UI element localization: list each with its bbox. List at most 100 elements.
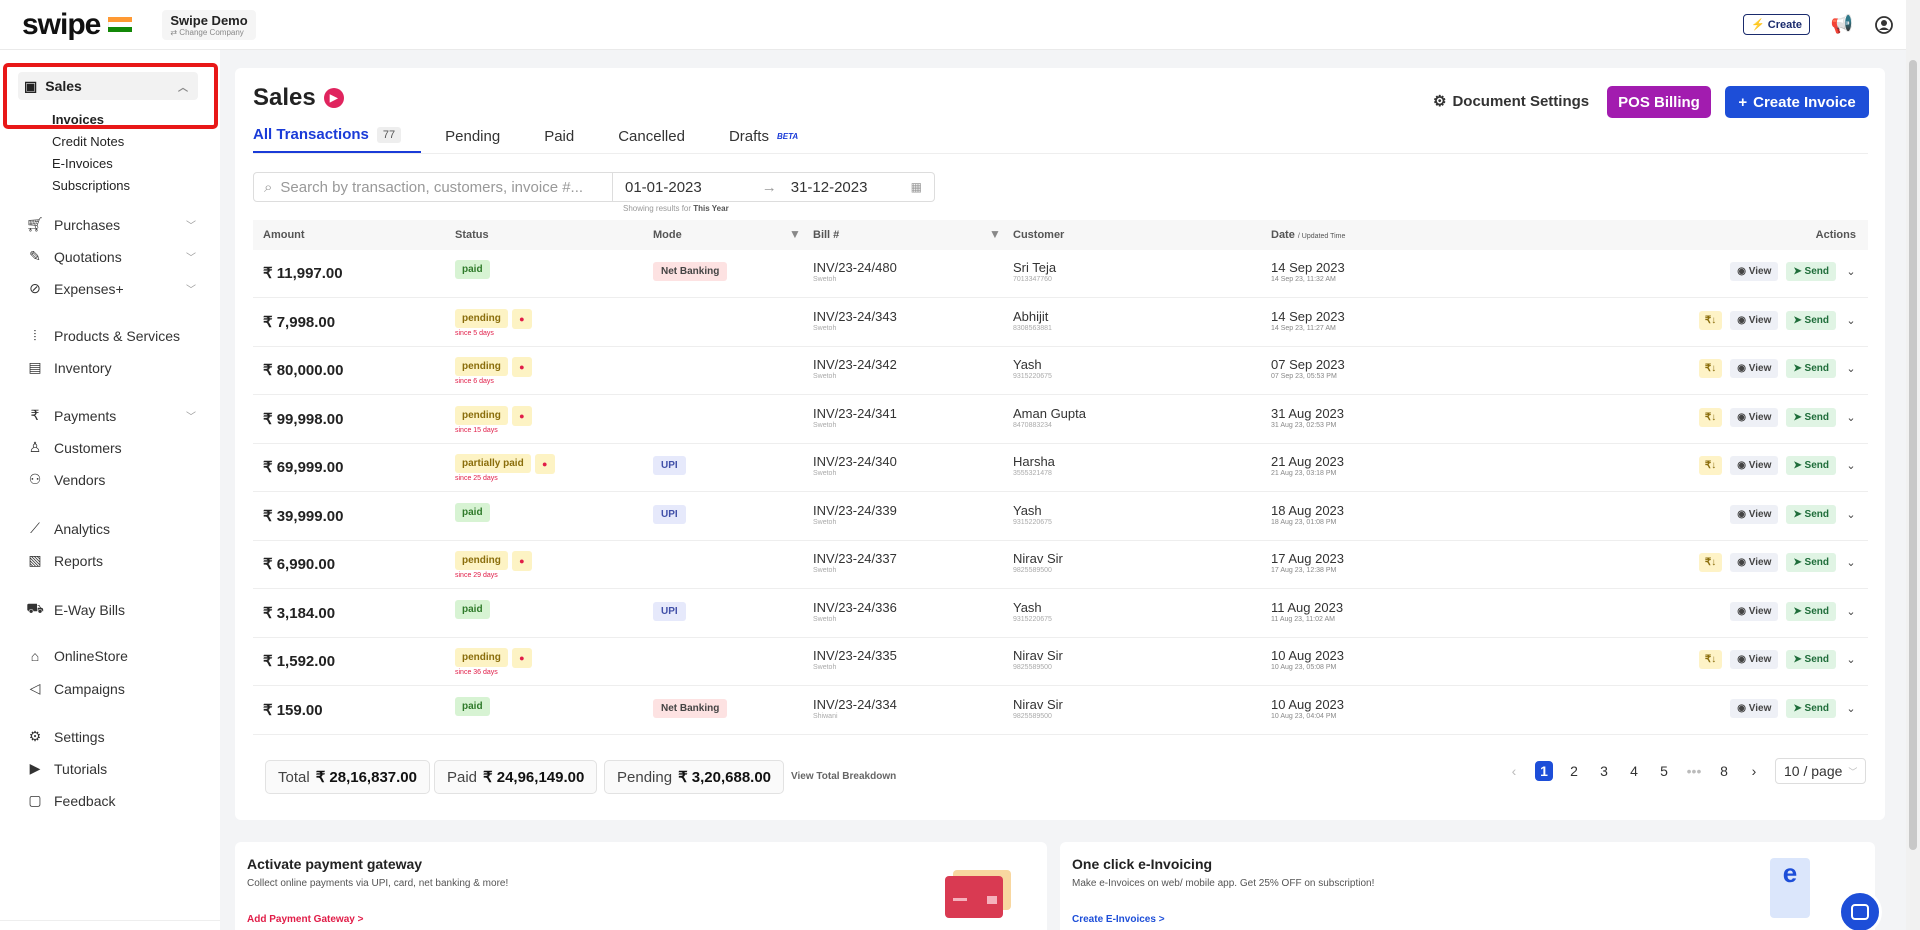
record-payment-button[interactable]: ₹↓ — [1698, 359, 1723, 378]
table-row[interactable]: ₹ 69,999.00 partially paid ● since 25 days U… — [253, 444, 1868, 492]
create-invoice-button[interactable]: + Create Invoice — [1725, 86, 1869, 118]
tab-all-transactions[interactable]: All Transactions 77 — [253, 126, 422, 154]
customer-cell[interactable]: Yash 9315220675 — [1013, 503, 1052, 526]
send-button[interactable]: ➤ Send — [1786, 698, 1836, 718]
bill-cell[interactable]: INV/23-24/336 Swetoh — [813, 600, 897, 623]
page-1[interactable]: 1 — [1535, 761, 1553, 781]
view-button[interactable]: ◉ View — [1730, 310, 1779, 330]
send-button[interactable]: ➤ Send — [1786, 310, 1836, 330]
sidebar-item-quotations[interactable]: ✎ Quotations ﹀ — [26, 248, 196, 265]
view-total-breakdown-link[interactable]: View Total Breakdown — [791, 771, 896, 782]
sidebar-sub-e-invoices[interactable]: E-Invoices — [52, 156, 113, 171]
bill-cell[interactable]: INV/23-24/339 Swetoh — [813, 503, 897, 526]
reminder-bell-icon[interactable]: ● — [511, 357, 532, 377]
create-e-invoices-link[interactable]: Create E-Invoices > — [1072, 914, 1165, 925]
next-page-icon[interactable]: › — [1745, 763, 1763, 779]
view-button[interactable]: ◉ View — [1730, 359, 1779, 378]
table-row[interactable]: ₹ 99,998.00 pending ● since 15 days INV/23-2… — [253, 396, 1868, 444]
bill-cell[interactable]: INV/23-24/340 Swetoh — [813, 454, 897, 477]
sidebar-item-vendors[interactable]: ⚇ Vendors — [26, 471, 196, 488]
add-payment-gateway-link[interactable]: Add Payment Gateway > — [247, 914, 363, 925]
scrollbar-thumb[interactable] — [1909, 60, 1917, 850]
pos-billing-button[interactable]: POS Billing — [1607, 86, 1711, 118]
chat-support-icon[interactable] — [1838, 890, 1882, 930]
customer-cell[interactable]: Abhijit 8308563881 — [1013, 309, 1052, 332]
sidebar-item-payments[interactable]: ₹ Payments ﹀ — [26, 407, 196, 424]
view-button[interactable]: ◉ View — [1730, 650, 1779, 669]
page-2[interactable]: 2 — [1565, 763, 1583, 779]
sidebar-item-customers[interactable]: ♙ Customers — [26, 439, 196, 456]
bill-cell[interactable]: INV/23-24/342 Swetoh — [813, 357, 897, 380]
send-button[interactable]: ➤ Send — [1786, 407, 1836, 427]
sidebar-item-settings[interactable]: ⚙ Settings — [26, 728, 196, 745]
sidebar-item-eway-bills[interactable]: ⛟ E-Way Bills — [26, 600, 196, 619]
sidebar-item-analytics[interactable]: ⟋ Analytics — [26, 520, 196, 537]
record-payment-button[interactable]: ₹↓ — [1698, 310, 1723, 330]
view-button[interactable]: ◉ View — [1730, 407, 1779, 427]
change-company-link[interactable]: ⇄ Change Company — [170, 28, 247, 37]
prev-page-icon[interactable]: ‹ — [1505, 763, 1523, 779]
table-row[interactable]: ₹ 11,997.00 paid Net Banking INV/23-24/480 S… — [253, 250, 1868, 298]
page-4[interactable]: 4 — [1625, 763, 1643, 779]
chevron-down-icon[interactable]: ⌄ — [1844, 314, 1858, 327]
search-input[interactable]: ⌕ Search by transaction, customers, invoi… — [253, 172, 613, 202]
customer-cell[interactable]: Yash 9315220675 — [1013, 600, 1052, 623]
chevron-down-icon[interactable]: ⌄ — [1844, 605, 1858, 618]
bill-cell[interactable]: INV/23-24/335 Swetoh — [813, 648, 897, 671]
record-payment-button[interactable]: ₹↓ — [1698, 553, 1723, 572]
chevron-down-icon[interactable]: ⌄ — [1844, 411, 1858, 424]
filter-icon[interactable]: ▼ — [989, 227, 1001, 241]
sidebar-item-tutorials[interactable]: ▶ Tutorials — [26, 760, 196, 777]
record-payment-button[interactable]: ₹↓ — [1698, 650, 1723, 669]
tab-pending[interactable]: Pending — [445, 126, 520, 154]
sidebar-item-expenses[interactable]: ⊘ Expenses+ ﹀ — [26, 280, 196, 297]
customer-cell[interactable]: Nirav Sir 9825589500 — [1013, 697, 1063, 720]
table-row[interactable]: ₹ 39,999.00 paid UPI INV/23-24/339 Swetoh Yas… — [253, 493, 1868, 541]
sidebar-sub-subscriptions[interactable]: Subscriptions — [52, 178, 130, 193]
send-button[interactable]: ➤ Send — [1786, 262, 1836, 281]
reminder-bell-icon[interactable]: ● — [511, 308, 532, 329]
view-button[interactable]: ◉ View — [1730, 456, 1779, 475]
record-payment-button[interactable]: ₹↓ — [1698, 407, 1723, 427]
chevron-down-icon[interactable]: ⌄ — [1844, 556, 1858, 569]
company-switcher[interactable]: Swipe Demo ⇄ Change Company — [162, 9, 256, 40]
sidebar-sub-invoices[interactable]: Invoices — [52, 112, 104, 127]
page-3[interactable]: 3 — [1595, 763, 1613, 779]
filter-icon[interactable]: ▼ — [789, 227, 801, 241]
chevron-down-icon[interactable]: ⌄ — [1844, 653, 1858, 666]
quick-create-button[interactable]: ⚡ Create — [1743, 14, 1810, 35]
document-settings-button[interactable]: ⚙ Document Settings — [1433, 92, 1589, 111]
sidebar-item-feedback[interactable]: ▢ Feedback — [26, 792, 196, 809]
table-row[interactable]: ₹ 7,998.00 pending ● since 5 days INV/23-24/… — [253, 299, 1868, 347]
reminder-bell-icon[interactable]: ● — [534, 454, 555, 474]
sidebar-item-onlinestore[interactable]: ⌂ OnlineStore — [26, 648, 196, 664]
header-amount[interactable]: Amount — [263, 229, 305, 241]
page-8[interactable]: 8 — [1715, 763, 1733, 779]
sidebar-item-inventory[interactable]: ▤ Inventory — [26, 359, 196, 376]
chevron-down-icon[interactable]: ⌄ — [1844, 459, 1858, 472]
bill-cell[interactable]: INV/23-24/480 Swetoh — [813, 260, 897, 283]
profile-icon[interactable] — [1874, 15, 1894, 35]
view-button[interactable]: ◉ View — [1730, 601, 1779, 621]
page-ellipsis[interactable]: ••• — [1685, 763, 1703, 779]
tab-drafts[interactable]: Drafts BETA — [729, 126, 818, 154]
sidebar-item-reports[interactable]: ▧ Reports — [26, 552, 196, 569]
play-icon[interactable]: ▶ — [323, 88, 344, 108]
send-button[interactable]: ➤ Send — [1786, 553, 1836, 572]
reminder-bell-icon[interactable]: ● — [511, 648, 532, 668]
table-row[interactable]: ₹ 6,990.00 pending ● since 29 days INV/23-24… — [253, 541, 1868, 589]
customer-cell[interactable]: Harsha 3555321478 — [1013, 454, 1055, 477]
view-button[interactable]: ◉ View — [1730, 698, 1779, 718]
date-to[interactable]: 31-12-2023 — [791, 179, 868, 196]
megaphone-icon[interactable]: 📢 — [1831, 14, 1853, 35]
record-payment-button[interactable]: ₹↓ — [1698, 456, 1723, 475]
header-date[interactable]: Date / Updated Time — [1271, 229, 1345, 241]
sidebar-sub-credit-notes[interactable]: Credit Notes — [52, 134, 124, 149]
table-row[interactable]: ₹ 3,184.00 paid UPI INV/23-24/336 Swetoh Yash… — [253, 590, 1868, 638]
bill-cell[interactable]: INV/23-24/341 Swetoh — [813, 406, 897, 429]
customer-cell[interactable]: Yash 9315220675 — [1013, 357, 1052, 380]
tab-paid[interactable]: Paid — [544, 126, 594, 154]
view-button[interactable]: ◉ View — [1730, 504, 1779, 524]
view-button[interactable]: ◉ View — [1730, 262, 1779, 281]
customer-cell[interactable]: Nirav Sir 9825589500 — [1013, 648, 1063, 671]
